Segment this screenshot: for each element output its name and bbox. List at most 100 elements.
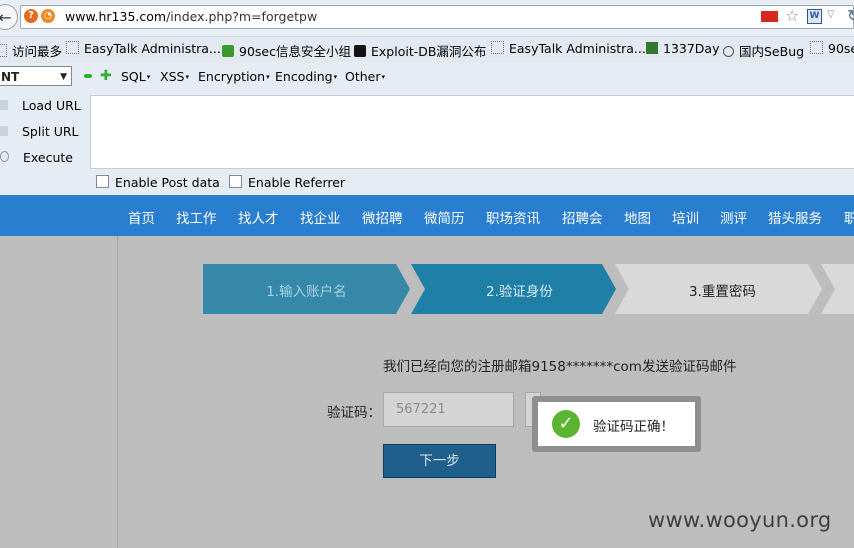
nav-item[interactable]: 微招聘	[362, 207, 403, 227]
increase-icon[interactable]: ✚	[100, 69, 112, 83]
success-toast: ✓ 验证码正确！	[532, 396, 701, 452]
dotted-page-icon	[810, 41, 823, 54]
hackbar-select-value: NT	[1, 70, 20, 84]
bookmark-item[interactable]: 1337Day	[646, 41, 720, 56]
refresh-icon[interactable]: ↻	[847, 6, 854, 25]
load-icon	[0, 100, 8, 110]
nav-item[interactable]: 找工作	[176, 207, 217, 227]
bookmark-item[interactable]: EasyTalk Administra...	[491, 41, 646, 56]
menu-label: Encoding	[275, 69, 333, 84]
back-arrow-icon: ←	[0, 7, 12, 27]
step-label: 3.重置密码	[689, 284, 756, 300]
url-text[interactable]: www.hr135.com/index.php?m=forgetpw	[65, 9, 317, 24]
bookmarks-toolbar: 访问最多 EasyTalk Administra... 90sec信息安全小组 …	[0, 36, 854, 64]
email-sent-notice: 我们已经向您的注册邮箱9158*******com发送验证码邮件	[383, 359, 737, 375]
hackbar-menu-encryption[interactable]: Encryption▾	[198, 69, 270, 84]
hackbar-menu-sql[interactable]: SQL▾	[121, 69, 150, 84]
exploit-db-icon	[354, 45, 366, 57]
divider	[117, 236, 118, 548]
nav-item[interactable]: 职	[844, 207, 854, 227]
decrease-icon[interactable]	[84, 74, 92, 78]
bookmark-label: Exploit-DB漏洞公布	[371, 44, 487, 59]
split-icon	[0, 126, 8, 136]
menu-arrow-icon: ▾	[381, 73, 386, 81]
bookmark-label: EasyTalk Administra...	[509, 41, 646, 56]
bookmark-label: EasyTalk Administra...	[84, 41, 221, 56]
bookmark-label: 国内SeBug	[739, 44, 805, 59]
verification-code-input[interactable]: 567221	[383, 392, 514, 427]
hackbar-url-textarea[interactable]	[90, 95, 854, 169]
checkbox-box	[229, 175, 242, 188]
bookmark-item[interactable]: Exploit-DB漏洞公布	[354, 41, 486, 60]
menu-label: Other	[345, 69, 381, 84]
nav-item[interactable]: 猎头服务	[768, 207, 822, 227]
enable-referrer-checkbox[interactable]: Enable Referrer	[229, 175, 345, 190]
nav-item[interactable]: 测评	[720, 207, 747, 227]
hackbar-menu-xss[interactable]: XSS▾	[160, 69, 189, 84]
nav-item[interactable]: 职场资讯	[486, 207, 540, 227]
nav-item[interactable]: 首页	[128, 207, 155, 227]
check-icon: ✓	[552, 410, 580, 438]
page-body: 1.输入账户名 2.验证身份 3.重置密码 我们已经向您的注册邮箱9158***…	[0, 236, 854, 548]
word-icon[interactable]: W	[807, 9, 822, 24]
hackbar-menu-other[interactable]: Other▾	[345, 69, 385, 84]
url-bar[interactable]: ? ◔ www.hr135.com/index.php?m=forgetpw ☆…	[20, 5, 854, 29]
step-arrow-shape	[821, 264, 854, 314]
nav-item[interactable]: 招聘会	[562, 207, 603, 227]
bookmark-item[interactable]: 90se	[810, 41, 854, 56]
execute-label: Execute	[23, 150, 73, 165]
menu-arrow-icon: ▾	[266, 73, 270, 81]
step-3: 3.重置密码	[615, 264, 822, 314]
china-flag-icon	[761, 11, 778, 22]
menu-label: SQL	[121, 69, 146, 84]
watermark: www.wooyun.org	[648, 508, 832, 532]
url-dropdown-icon[interactable]: ▽	[827, 9, 835, 20]
bookmark-label: 90se	[828, 41, 854, 56]
next-step-button[interactable]: 下一步	[383, 444, 496, 478]
power-icon	[723, 46, 734, 57]
hackbar-menu-encoding[interactable]: Encoding▾	[275, 69, 337, 84]
step-label: 1.输入账户名	[266, 284, 347, 300]
hackbar-toolbar: NT ▼ ✚ SQL▾ XSS▾ Encryption▾ Encoding▾ Ot…	[0, 63, 854, 91]
step-1: 1.输入账户名	[203, 264, 410, 314]
hackbar-panel: Load URL Split URL Execute Enable Post d…	[0, 91, 854, 195]
nav-item[interactable]: 地图	[624, 207, 651, 227]
step-2: 2.验证身份	[411, 264, 616, 314]
bookmark-star-icon[interactable]: ☆	[785, 6, 799, 25]
site-info-icon[interactable]: ?	[24, 9, 38, 23]
execute-icon	[0, 151, 9, 162]
checkbox-box	[96, 175, 109, 188]
load-url-button[interactable]: Load URL	[0, 98, 81, 113]
execute-button[interactable]: Execute	[0, 150, 73, 165]
dropdown-arrow-icon: ▼	[60, 72, 67, 82]
dotted-page-icon	[66, 41, 79, 54]
bookmark-label: 90sec信息安全小组	[239, 44, 351, 59]
nav-item[interactable]: 找人才	[238, 207, 279, 227]
code-label: 验证码：	[327, 405, 381, 421]
nav-item[interactable]: 微简历	[424, 207, 465, 227]
bookmark-item[interactable]: EasyTalk Administra...	[66, 41, 221, 56]
split-url-label: Split URL	[22, 124, 79, 139]
step-4	[821, 264, 854, 314]
site-nav: 首页 找工作 找人才 找企业 微招聘 微简历 职场资讯 招聘会 地图 培训 测评…	[0, 195, 854, 236]
checkbox-label: Enable Post data	[115, 175, 220, 190]
green-logo-icon	[222, 45, 234, 57]
browser-address-row: ← ? ◔ www.hr135.com/index.php?m=forgetpw…	[0, 0, 854, 36]
nav-item[interactable]: 培训	[672, 207, 699, 227]
menu-arrow-icon: ▾	[333, 73, 338, 81]
addon-icon[interactable]: ◔	[41, 9, 55, 23]
load-url-label: Load URL	[22, 98, 81, 113]
split-url-button[interactable]: Split URL	[0, 124, 79, 139]
bookmark-label: 访问最多	[12, 44, 63, 59]
back-button[interactable]: ←	[0, 4, 18, 30]
url-host: www.hr135.com	[65, 9, 167, 24]
bookmark-item[interactable]: 90sec信息安全小组	[222, 41, 351, 60]
hackbar-select[interactable]: NT ▼	[0, 66, 72, 86]
bookmark-item[interactable]: 国内SeBug	[723, 41, 804, 60]
dotted-page-icon	[491, 41, 504, 54]
nav-item[interactable]: 找企业	[300, 207, 341, 227]
step-label: 2.验证身份	[486, 284, 553, 300]
bookmark-item[interactable]: 访问最多	[0, 41, 62, 60]
toast-body: ✓ 验证码正确！	[538, 402, 695, 446]
enable-post-checkbox[interactable]: Enable Post data	[96, 175, 220, 190]
